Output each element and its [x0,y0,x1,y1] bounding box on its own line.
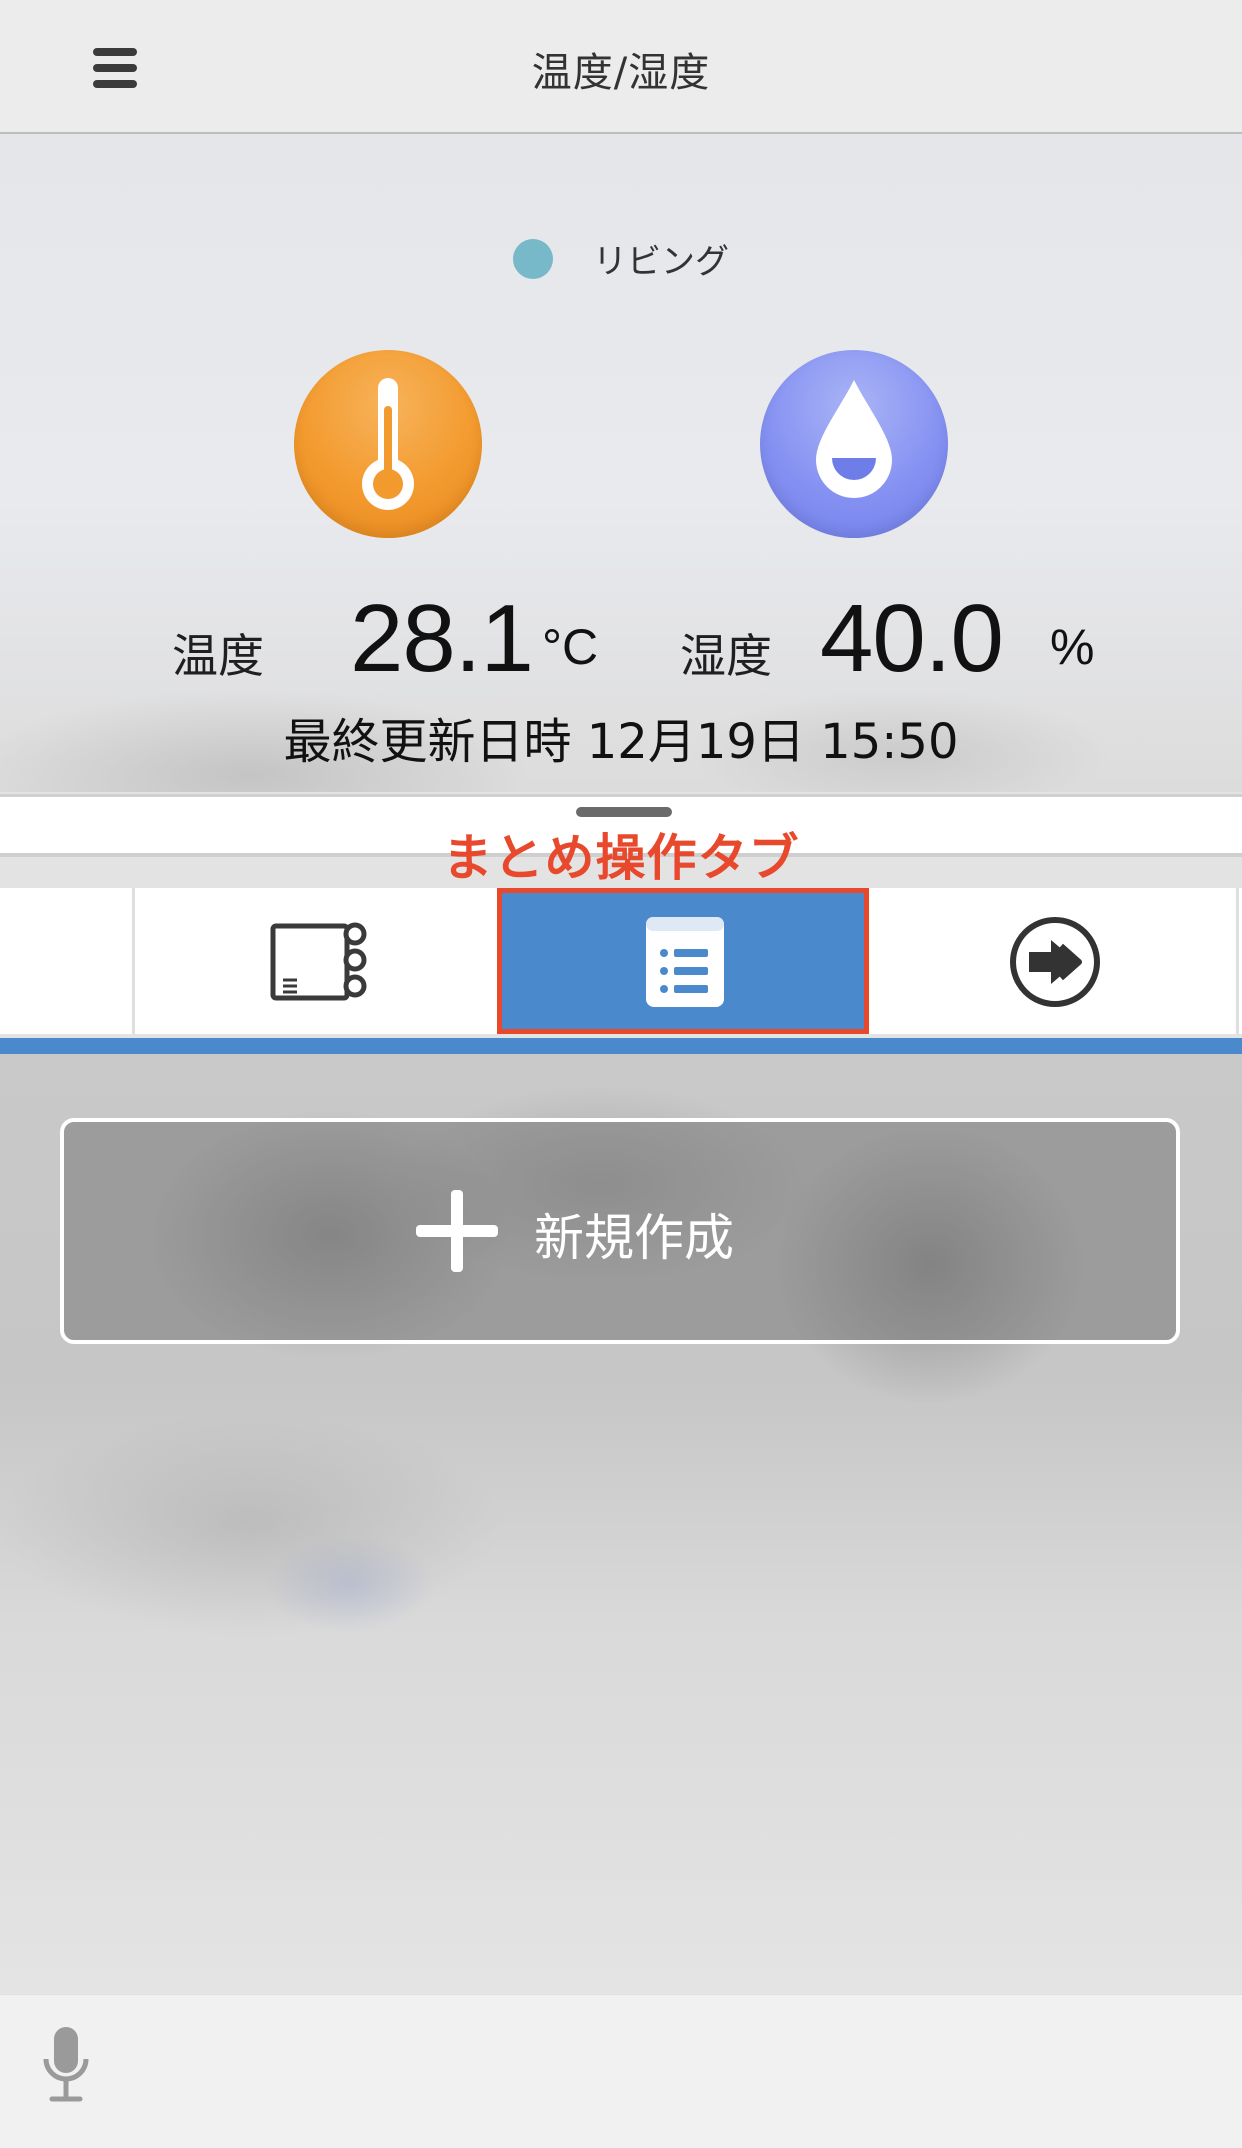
temperature-value: 28.1 [350,585,534,692]
annotation-label: まとめ操作タブ [442,829,800,887]
room-color-dot [513,238,553,279]
humidity-unit: % [1050,619,1095,675]
tab-underline [0,1038,1242,1054]
drawer-drag-handle[interactable] [576,807,672,817]
microphone-icon[interactable] [40,2025,92,2105]
tab-group-operation[interactable] [497,888,869,1034]
plus-icon [416,1190,498,1272]
page: 温度/湿度 リビング 温度 28.1 °C 湿度 40.0 % 最終更新日時 1… [0,0,1242,2148]
tab-divider [1236,888,1239,1034]
room-name: リビング [593,242,729,282]
tab-device-panel[interactable] [135,888,497,1034]
list-document-icon [646,917,724,1007]
arrow-circle-icon [1010,917,1100,1007]
tab-bar [0,888,1242,1034]
bottom-bar [0,1994,1242,2148]
humidity-label: 湿度 [680,629,772,683]
last-updated: 最終更新日時 12月19日 15:50 [0,702,1242,772]
temperature-unit: °C [542,619,599,675]
tab-scene[interactable] [869,888,1239,1034]
thermometer-icon [294,350,482,538]
page-title: 温度/湿度 [531,50,711,96]
room-selector[interactable]: リビング [0,234,1242,283]
last-updated-label: 最終更新日時 [283,714,572,770]
sensor-panel: リビング 温度 28.1 °C 湿度 40.0 % 最終更新日時 12月19日 … [0,134,1242,792]
last-updated-value: 12月19日 15:50 [586,714,959,770]
humidity-value: 40.0 [820,585,1004,692]
temperature-label: 温度 [172,629,264,683]
device-panel-icon [270,922,367,1001]
water-drop-icon [760,350,948,538]
header-bar: 温度/湿度 [0,0,1242,134]
new-create-label: 新規作成 [534,1209,734,1267]
